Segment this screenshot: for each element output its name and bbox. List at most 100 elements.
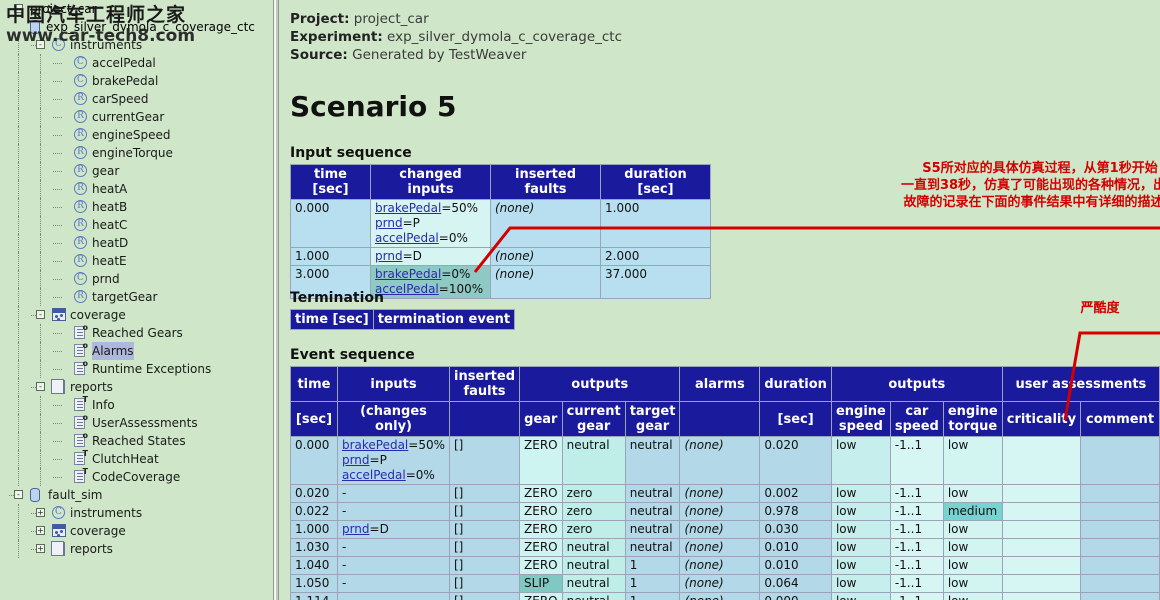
- tree-node-prnd[interactable]: Cprnd: [0, 270, 272, 288]
- annotation-line: 故障的记录在下面的事件结果中有详细的描述！: [903, 195, 1160, 210]
- cell-car-speed: -1..1: [889, 592, 944, 600]
- tree-node-reports[interactable]: + reports: [0, 540, 272, 558]
- circle-r-icon: R: [74, 110, 87, 123]
- circle-c-icon: C: [52, 38, 65, 51]
- tree-node-reached-gears[interactable]: o Reached Gears: [0, 324, 272, 342]
- input-link[interactable]: prnd: [342, 453, 370, 467]
- tree-node-info[interactable]: T Info: [0, 396, 272, 414]
- meta-experiment: Experiment: exp_silver_dymola_c_coverage…: [290, 28, 622, 46]
- tree-node-brakepedal[interactable]: CbrakePedal: [0, 72, 272, 90]
- tree-node-label: currentGear: [92, 110, 165, 124]
- cell-duration: 0.020: [759, 436, 832, 485]
- tree-expander[interactable]: +: [36, 508, 45, 517]
- tree-node-heatd[interactable]: RheatD: [0, 234, 272, 252]
- panel-splitter[interactable]: [272, 0, 280, 600]
- tree-node-heate[interactable]: RheatE: [0, 252, 272, 270]
- cell-car-speed: -1..1: [889, 574, 944, 593]
- table-header-row: time [sec] termination event: [290, 309, 516, 330]
- tree-node-label: UserAssessments: [92, 416, 198, 430]
- event-sub-header: engine speed: [830, 401, 891, 437]
- input-link[interactable]: brakePedal: [375, 267, 441, 281]
- meta-project-value: project_car: [353, 11, 429, 27]
- tree-node-reached-states[interactable]: o Reached States: [0, 432, 272, 450]
- cell-duration: 0.002: [759, 484, 832, 503]
- cell-engine-torque: low: [942, 574, 1003, 593]
- tree-node-heata[interactable]: RheatA: [0, 180, 272, 198]
- cell-criticality: [1001, 436, 1082, 485]
- tree-node-carspeed[interactable]: RcarSpeed: [0, 90, 272, 108]
- tree-node-coverage[interactable]: + coverage: [0, 522, 272, 540]
- event-group-header: outputs: [830, 366, 1003, 402]
- navigation-tree-panel[interactable]: project_car - exp_silver_dymola_c_coverag…: [0, 0, 272, 600]
- tree-node-currentgear[interactable]: RcurrentGear: [0, 108, 272, 126]
- cell-criticality: [1001, 538, 1082, 557]
- tree-node-label: coverage: [70, 308, 126, 322]
- page-title: Scenario 5: [290, 90, 457, 123]
- cell-engine-speed: low: [830, 520, 891, 539]
- tree-node-label: CodeCoverage: [92, 470, 181, 484]
- tree-expander[interactable]: -: [36, 310, 45, 319]
- tree-root-expander[interactable]: -: [14, 4, 23, 13]
- cell-alarms: (none): [679, 502, 761, 521]
- cell-time: 0.022: [290, 502, 338, 521]
- input-link[interactable]: brakePedal: [375, 201, 441, 215]
- input-link[interactable]: prnd: [342, 522, 370, 536]
- cell-current-gear: neutral: [561, 436, 626, 485]
- cell-target-gear: 1: [624, 592, 681, 600]
- circle-r-icon: R: [74, 128, 87, 141]
- cell-alarms: (none): [679, 520, 761, 539]
- tree-expander[interactable]: +: [36, 544, 45, 553]
- event-sub-header: current gear: [561, 401, 626, 437]
- tree-node-label: gear: [92, 164, 120, 178]
- tree-node-clutchheat[interactable]: T ClutchHeat: [0, 450, 272, 468]
- tree-node-runtime-exceptions[interactable]: o Runtime Exceptions: [0, 360, 272, 378]
- input-link[interactable]: accelPedal: [375, 231, 439, 245]
- tree-node-coverage[interactable]: - coverage: [0, 306, 272, 324]
- cell-inserted-faults: []: [448, 436, 521, 485]
- tree-expander[interactable]: +: [36, 526, 45, 535]
- tree-node-enginetorque[interactable]: RengineTorque: [0, 144, 272, 162]
- cell-duration: 37.000: [600, 265, 711, 299]
- cell-target-gear: 1: [624, 574, 681, 593]
- input-link[interactable]: prnd: [375, 216, 403, 230]
- cell-engine-speed: low: [830, 592, 891, 600]
- cell-gear: ZERO: [519, 436, 563, 485]
- tree-node-label: Reached States: [92, 434, 186, 448]
- input-link[interactable]: prnd: [375, 249, 403, 263]
- cell-target-gear: 1: [624, 556, 681, 575]
- tree-node-instruments[interactable]: - Cinstruments: [0, 36, 272, 54]
- event-group-header: user assessments: [1001, 366, 1160, 402]
- cell-car-speed: -1..1: [889, 436, 944, 485]
- cell-engine-speed: low: [830, 538, 891, 557]
- input-col-header: duration [sec]: [600, 164, 711, 200]
- cell-criticality: [1001, 520, 1082, 539]
- input-col-header: changed inputs: [370, 164, 491, 200]
- tree-node-label: fault_sim: [48, 488, 103, 502]
- table-row: 1.000 prnd=D[] ZERO zero neutral (none) 0.030 l…: [290, 520, 1160, 539]
- cell-criticality: [1001, 556, 1082, 575]
- cell-current-gear: neutral: [561, 538, 626, 557]
- report-meta: Project: project_car Experiment: exp_sil…: [290, 10, 622, 123]
- tree-node-userassessments[interactable]: o UserAssessments: [0, 414, 272, 432]
- tree-node-reports[interactable]: - reports: [0, 378, 272, 396]
- tree-node-enginespeed[interactable]: RengineSpeed: [0, 126, 272, 144]
- cell-engine-torque: low: [942, 520, 1003, 539]
- tree-node-heatb[interactable]: RheatB: [0, 198, 272, 216]
- circle-r-icon: R: [74, 200, 87, 213]
- cell-inputs: -: [336, 484, 451, 503]
- annotation-simulation-note: S5所对应的具体仿真过程，从第1秒开始 一直到38秒，仿真了可能出现的各种情况，出…: [840, 160, 1160, 211]
- tree-expander[interactable]: -: [36, 40, 45, 49]
- tree-node-alarms[interactable]: o Alarms: [0, 342, 272, 360]
- tree-node-instruments[interactable]: + Cinstruments: [0, 504, 272, 522]
- tree-node-gear[interactable]: Rgear: [0, 162, 272, 180]
- tree-expander[interactable]: -: [14, 490, 23, 499]
- input-link[interactable]: accelPedal: [342, 468, 406, 482]
- tree-expander[interactable]: -: [36, 382, 45, 391]
- input-link[interactable]: brakePedal: [342, 438, 408, 452]
- tree-node-heatc[interactable]: RheatC: [0, 216, 272, 234]
- tree-node-accelpedal[interactable]: CaccelPedal: [0, 54, 272, 72]
- tree-node-targetgear[interactable]: RtargetGear: [0, 288, 272, 306]
- cell-time: 0.000: [290, 199, 371, 248]
- tree-node-fault_sim[interactable]: - fault_sim: [0, 486, 272, 504]
- tree-node-codecoverage[interactable]: T CodeCoverage: [0, 468, 272, 486]
